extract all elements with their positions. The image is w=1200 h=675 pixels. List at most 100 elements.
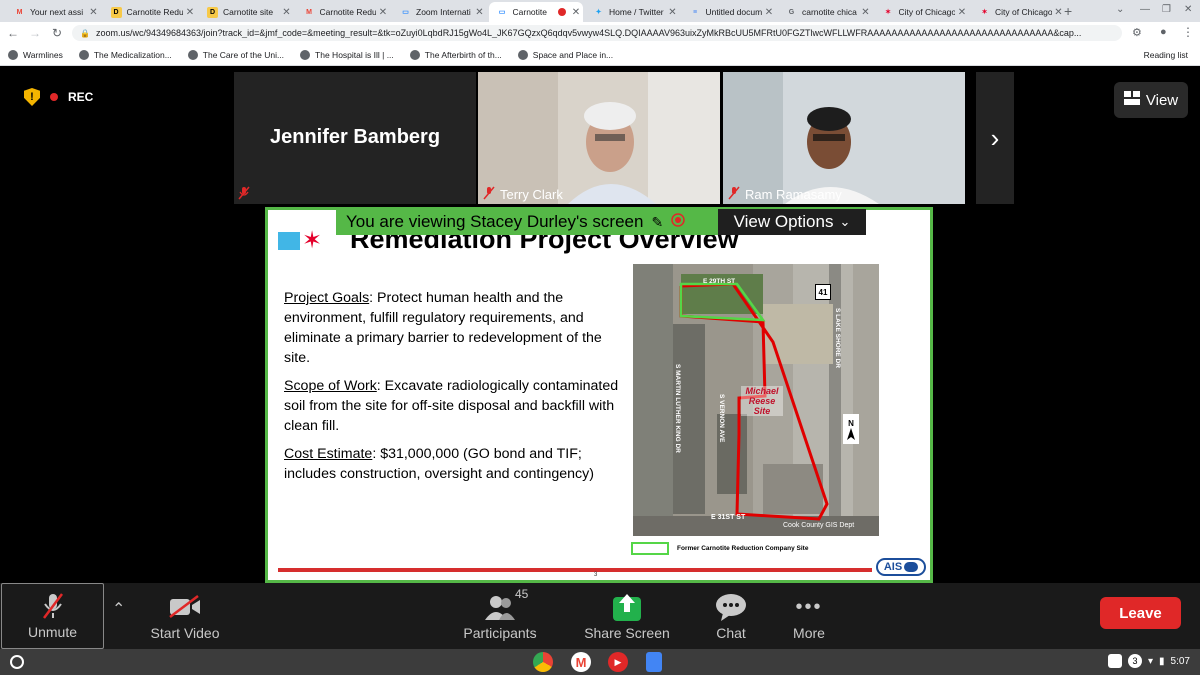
extensions-icon[interactable]: ⚙ — [1132, 26, 1142, 39]
participant-video-feed — [723, 72, 965, 204]
clock: 5:07 — [1170, 655, 1190, 667]
annotate-icon[interactable]: ✎ — [651, 214, 663, 231]
close-tab-icon[interactable]: ✕ — [87, 7, 101, 18]
view-options-button[interactable]: View Options ⌄ — [718, 209, 866, 235]
bookmark-item[interactable]: Warmlines — [8, 49, 63, 60]
close-tab-icon[interactable]: ✕ — [376, 7, 390, 18]
grid-view-icon — [1123, 91, 1140, 109]
participant-tile-video[interactable] — [478, 72, 720, 204]
start-video-button[interactable]: Start Video — [140, 583, 230, 649]
minimize-icon[interactable]: — — [1140, 4, 1150, 15]
reading-list-button[interactable]: Reading list — [1144, 50, 1188, 60]
browser-tab[interactable]: Gcarnotite chica ✕ — [778, 2, 873, 22]
browser-tab[interactable]: M Carnotite Redu ✕ — [296, 2, 391, 22]
scope-paragraph: Scope of Work: Excavate radiologically c… — [284, 378, 619, 434]
ais-logo: AIS — [876, 558, 926, 576]
view-button[interactable]: View — [1114, 82, 1188, 118]
security-shield-icon[interactable]: ! — [24, 88, 40, 106]
bookmark-item[interactable]: The Afterbirth of th... — [409, 49, 502, 60]
bookmark-item[interactable]: The Hospital is Ill | ... — [300, 49, 394, 60]
new-tab-icon[interactable]: + — [1064, 3, 1072, 19]
muted-mic-icon — [237, 186, 251, 203]
participants-button[interactable]: Participants — [455, 583, 545, 649]
map-street-label: S MARTIN LUTHER KING DR — [674, 364, 681, 453]
participant-tile-video[interactable] — [723, 72, 965, 204]
browser-tab[interactable]: D Carnotite site ✕ — [199, 2, 294, 22]
tab-label: Zoom Internati — [416, 7, 471, 17]
video-off-icon — [168, 593, 202, 621]
tab-label: Carnotite Redu — [319, 7, 377, 17]
tab-label: Your next assi — [30, 7, 84, 17]
bookmark-icon — [517, 49, 528, 60]
map-legend: Former Carnotite Reduction Company Site — [631, 542, 808, 555]
system-tray[interactable]: 3 ▾ ▮ 5:07 — [1107, 654, 1190, 668]
recording-tab-icon — [558, 8, 566, 16]
back-icon[interactable]: ← — [4, 26, 22, 40]
twitter-icon: ✦ — [595, 9, 602, 16]
bookmark-item[interactable]: Space and Place in... — [517, 49, 613, 60]
muted-mic-icon — [727, 186, 741, 203]
browser-tab[interactable]: D Carnotite Redu ✕ — [103, 2, 198, 22]
slide-page-number: 3 — [594, 572, 598, 578]
share-screen-button[interactable]: Share Screen — [580, 583, 674, 649]
close-tab-icon[interactable]: ✕ — [666, 7, 680, 18]
browser-tab[interactable]: M Your next assi ✕ — [6, 2, 101, 22]
battery-icon: ▮ — [1159, 655, 1165, 667]
tab-search-icon[interactable]: ⌄ — [1116, 4, 1124, 15]
cost-paragraph: Cost Estimate: $31,000,000 (GO bond and … — [284, 446, 594, 482]
browser-tab-strip: M Your next assi ✕ D Carnotite Redu ✕ D Carnoti… — [0, 0, 1200, 22]
close-tab-icon[interactable]: ✕ — [859, 7, 873, 18]
close-tab-icon[interactable]: ✕ — [280, 7, 294, 18]
browser-tab[interactable]: ✶ City of Chicago ✕ — [971, 2, 1066, 22]
doc-icon: D — [207, 6, 218, 18]
launcher-icon[interactable] — [10, 655, 24, 669]
close-tab-icon[interactable]: ✕ — [762, 7, 776, 18]
muted-mic-icon — [42, 592, 64, 620]
chrome-icon[interactable] — [533, 652, 553, 672]
meeting-toolbar: Unmute ⌃ Start Video Participants 45 Sha… — [0, 583, 1200, 649]
unmute-button[interactable]: Unmute — [1, 583, 104, 649]
close-tab-icon[interactable]: ✕ — [183, 7, 197, 18]
more-button[interactable]: ••• More — [784, 583, 834, 649]
browser-tab[interactable]: ✦ Home / Twitter ✕ — [585, 2, 680, 22]
slide-footer-line — [278, 568, 872, 572]
audio-options-chevron-icon[interactable]: ⌃ — [112, 599, 125, 619]
bookmark-item[interactable]: The Care of the Uni... — [187, 49, 284, 60]
close-tab-icon[interactable]: ✕ — [955, 7, 969, 18]
chicago-star-icon: ✶ — [302, 227, 323, 254]
os-shelf: M ▶ 3 ▾ ▮ 5:07 — [0, 649, 1200, 675]
map-street-label: S LAKE SHORE DR — [834, 308, 841, 368]
next-page-button[interactable]: › — [976, 72, 1014, 204]
view-options-label: View Options — [733, 212, 834, 231]
close-tab-icon[interactable]: ✕ — [569, 7, 583, 18]
chat-button[interactable]: Chat — [706, 583, 756, 649]
gmail-icon: M — [306, 8, 312, 16]
flag-stripe-icon — [278, 232, 300, 250]
participants-icon — [484, 593, 516, 621]
doc-icon: D — [110, 6, 122, 18]
browser-tab[interactable]: ✶ City of Chicago ✕ — [875, 2, 970, 22]
url-field[interactable]: 🔒 zoom.us/wc/94349684363/join?track_id=&… — [72, 25, 1122, 41]
participant-name: Terry Clark — [482, 186, 563, 203]
gmail-icon[interactable]: M — [571, 652, 591, 672]
bookmark-item[interactable]: The Medicalization... — [78, 49, 172, 60]
tab-label: Carnotite Redu — [126, 7, 184, 17]
close-tab-icon[interactable]: ✕ — [473, 7, 487, 18]
forward-icon[interactable]: → — [26, 26, 44, 40]
close-window-icon[interactable]: ✕ — [1184, 4, 1192, 15]
maximize-icon[interactable]: ❐ — [1162, 4, 1171, 15]
browser-tab[interactable]: ▭ Zoom Internati ✕ — [392, 2, 487, 22]
google-docs-icon[interactable] — [646, 652, 662, 672]
profile-icon[interactable]: ● — [1160, 26, 1167, 38]
chat-icon — [715, 593, 747, 621]
reload-icon[interactable]: ↻ — [48, 26, 66, 40]
youtube-icon[interactable]: ▶ — [608, 652, 628, 672]
record-dot-icon — [50, 93, 58, 101]
browser-tab[interactable]: ≡ Untitled docum ✕ — [682, 2, 777, 22]
menu-icon[interactable]: ⋮ — [1182, 25, 1194, 39]
map-street-label: E 29TH ST — [703, 278, 736, 285]
leave-button[interactable]: Leave — [1100, 597, 1181, 629]
tab-label: Untitled docum — [705, 7, 763, 17]
lock-icon: 🔒 — [80, 28, 90, 38]
browser-tab[interactable]: ▭ Carnotite ✕ — [488, 2, 583, 22]
